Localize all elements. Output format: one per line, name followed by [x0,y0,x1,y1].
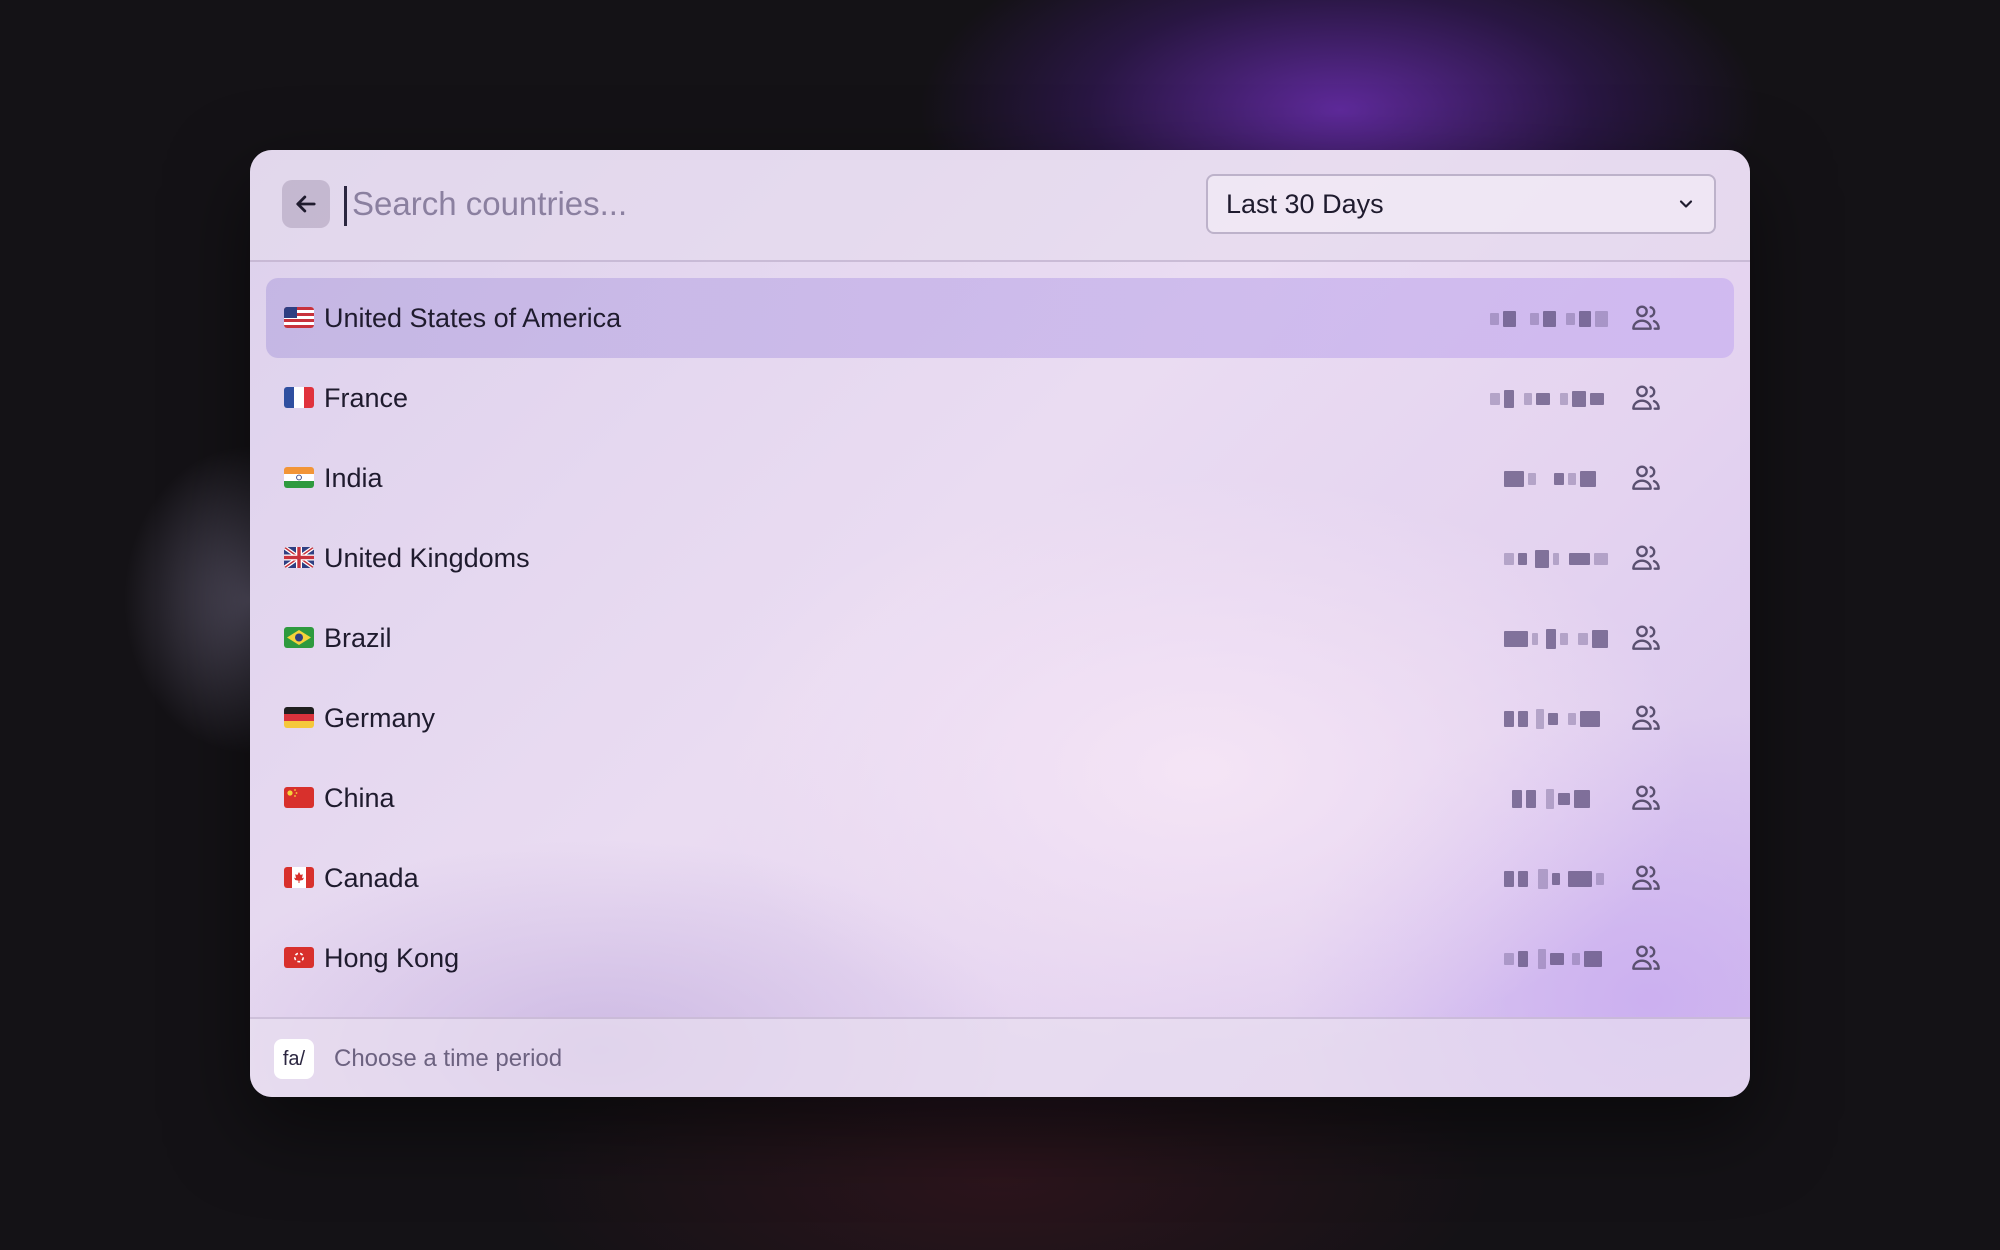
redacted-value [1490,626,1608,652]
users-icon[interactable] [1630,862,1662,894]
shortcut-badge: fa/ [274,1039,314,1079]
country-name: China [324,782,395,813]
redacted-value [1490,706,1608,732]
country-row-usa[interactable]: United States of America [266,278,1734,358]
country-row-germany[interactable]: Germany [266,678,1734,758]
cn-flag-icon [284,787,314,808]
country-list: United States of America France India Un… [266,278,1734,998]
country-row-india[interactable]: India [266,438,1734,518]
country-name: United States of America [324,302,622,333]
redacted-value [1490,386,1608,412]
text-caret [344,186,347,226]
arrow-left-icon [296,195,316,213]
users-icon[interactable] [1630,702,1662,734]
country-name: Hong Kong [324,942,460,973]
country-name: Canada [324,862,419,893]
fr-flag-icon [284,387,314,408]
de-flag-icon [284,707,314,728]
users-icon[interactable] [1630,462,1662,494]
in-flag-icon [284,467,314,488]
users-icon[interactable] [1630,782,1662,814]
country-name: France [324,382,409,413]
ca-flag-icon [284,867,314,888]
country-name: Germany [324,702,436,733]
back-button[interactable] [282,180,330,228]
br-flag-icon [284,627,314,648]
country-row-china[interactable]: China [266,758,1734,838]
redacted-value [1490,786,1608,812]
country-picker-panel: Last 30 Days United States of America [250,150,1750,1097]
users-icon[interactable] [1630,302,1662,334]
redacted-value [1490,546,1608,572]
country-name: United Kingdoms [324,542,530,573]
us-flag-icon [284,307,314,328]
time-period-value: Last 30 Days [1226,188,1384,219]
country-name: India [324,462,383,493]
country-name: Brazil [324,622,392,653]
redacted-value [1490,866,1608,892]
footer-hint: Choose a time period [334,1045,563,1072]
country-row-canada[interactable]: Canada [266,838,1734,918]
time-period-select[interactable]: Last 30 Days [1206,174,1716,234]
header: Last 30 Days [250,150,1750,262]
users-icon[interactable] [1630,622,1662,654]
country-row-france[interactable]: France [266,358,1734,438]
chevron-down-icon [1679,200,1693,208]
footer: fa/ Choose a time period [250,1017,1750,1097]
country-row-united-kingdoms[interactable]: United Kingdoms [266,518,1734,598]
users-icon[interactable] [1630,542,1662,574]
redacted-value [1490,306,1608,332]
redacted-value [1490,466,1608,492]
redacted-value [1490,946,1608,972]
country-row-brazil[interactable]: Brazil [266,598,1734,678]
users-icon[interactable] [1630,942,1662,974]
gb-flag-icon [284,547,314,568]
hk-flag-icon [284,947,314,968]
country-row-hong-kong[interactable]: Hong Kong [266,918,1734,998]
users-icon[interactable] [1630,382,1662,414]
search-input[interactable] [348,178,1152,230]
